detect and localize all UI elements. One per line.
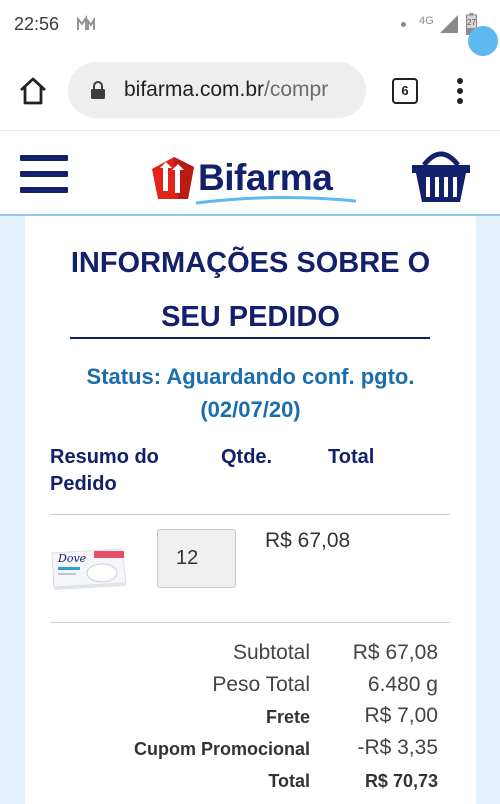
logo-swoosh xyxy=(196,195,356,205)
hamburger-menu-icon[interactable] xyxy=(20,153,68,195)
status-text: Status: Aguardando conf. pgto. xyxy=(86,364,415,389)
column-header-total: Total xyxy=(328,446,375,468)
shipping-label: Frete xyxy=(265,707,310,727)
product-image[interactable]: Dove xyxy=(50,539,128,605)
coupon-value: -R$ 3,35 xyxy=(357,736,438,759)
status-time: 22:56 xyxy=(14,14,60,34)
site-logo[interactable]: Bifarma xyxy=(148,149,358,205)
logo-mark-icon xyxy=(152,157,194,199)
overflow-menu-icon[interactable] xyxy=(450,74,470,108)
quantity-field[interactable]: 12 xyxy=(157,529,236,588)
column-header-summary-line-1: Resumo do xyxy=(50,446,159,468)
title-line-1: INFORMAÇÕES SOBRE O xyxy=(70,247,431,279)
cart-icon[interactable] xyxy=(410,147,472,205)
column-header-summary-line-2: Pedido xyxy=(50,473,117,495)
status-bar: 22:56 4G 27 xyxy=(0,0,500,52)
order-status: Status: Aguardando conf. pgto. (02/07/20… xyxy=(25,360,476,426)
address-bar[interactable]: bifarma.com.br/compr xyxy=(68,62,366,118)
status-date: (02/07/20) xyxy=(200,397,301,422)
column-header-summary: Resumo do Pedido xyxy=(50,444,159,498)
status-dot xyxy=(401,22,406,27)
weight-value: 6.480 g xyxy=(367,673,438,696)
row-divider xyxy=(50,514,450,515)
browser-toolbar: bifarma.com.br/compr 6 xyxy=(0,52,500,130)
subtotal-label: Subtotal xyxy=(232,641,310,664)
page-title: INFORMAÇÕES SOBRE O SEU PEDIDO xyxy=(25,236,476,344)
notification-icon xyxy=(77,15,95,30)
order-info-card: INFORMAÇÕES SOBRE O SEU PEDIDO Status: A… xyxy=(25,216,476,804)
row-divider xyxy=(50,622,450,623)
subtotal-value: R$ 67,08 xyxy=(352,641,438,664)
cart-badge xyxy=(468,26,498,56)
home-icon[interactable] xyxy=(18,76,48,106)
title-divider xyxy=(70,337,430,339)
product-brand: Dove xyxy=(57,552,87,565)
weight-label: Peso Total xyxy=(212,673,310,696)
item-total: R$ 67,08 xyxy=(265,529,351,552)
coupon-label: Cupom Promocional xyxy=(133,739,310,759)
column-header-qty: Qtde. xyxy=(221,446,273,468)
tab-switcher-button[interactable]: 6 xyxy=(392,78,418,104)
url-domain: bifarma.com.br xyxy=(124,78,265,101)
title-line-2: SEU PEDIDO xyxy=(161,301,340,333)
url-path: /compr xyxy=(264,78,329,101)
logo-text: Bifarma xyxy=(198,157,333,198)
signal-icon xyxy=(440,15,458,33)
total-label: Total xyxy=(268,771,310,791)
shipping-value: R$ 7,00 xyxy=(364,704,438,727)
site-header: Bifarma xyxy=(0,130,500,216)
url-text: bifarma.com.br/compr xyxy=(124,78,328,102)
network-type: 4G xyxy=(419,15,434,27)
lock-icon xyxy=(91,81,105,99)
battery-level: 27 xyxy=(467,18,476,27)
total-value: R$ 70,73 xyxy=(364,771,438,791)
